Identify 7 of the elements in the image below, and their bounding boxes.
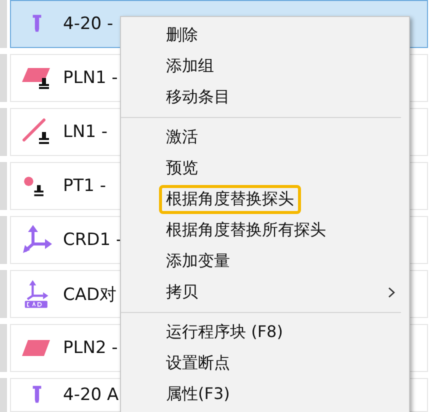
tree-item-label: 4-20 A [63,385,119,405]
tree-item-label: PLN1 - [63,68,118,88]
tree-item-label: LN1 - [63,122,108,142]
tree-item-label: 4-20 - [63,14,114,34]
tree-item-label: CAD对 [63,284,117,306]
tree-item-label: PLN2 - [63,338,118,358]
tree-item-label: PT1 - [63,176,106,196]
